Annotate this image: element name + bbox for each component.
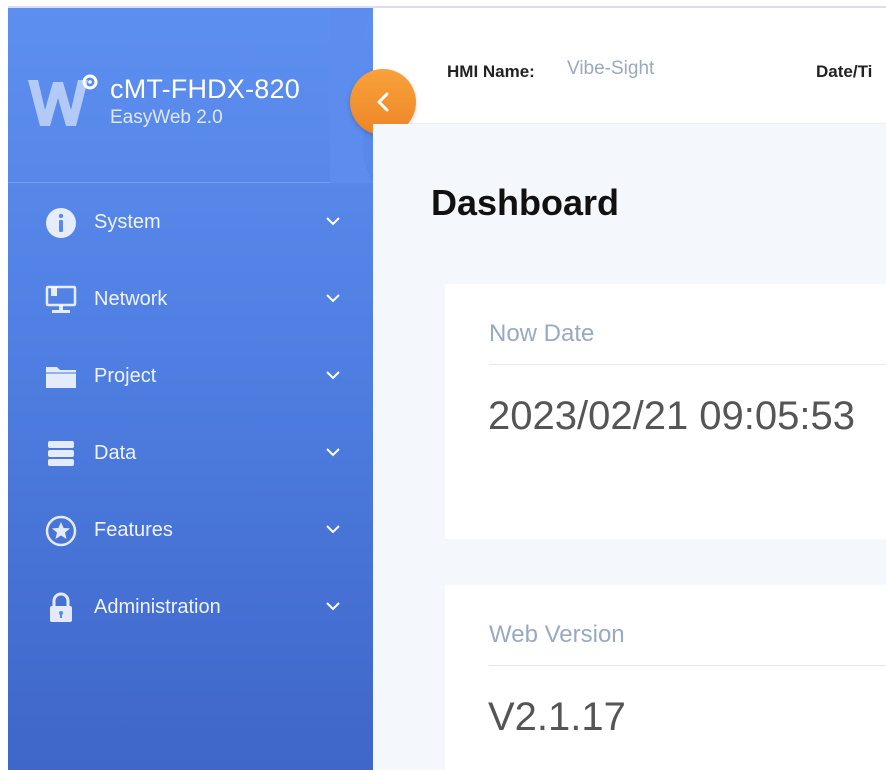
sidebar-item-features[interactable]: Features [8,492,373,569]
chevron-down-icon [326,294,340,303]
star-icon [45,515,77,547]
sidebar-item-network[interactable]: Network [8,261,373,338]
card-value: V2.1.17 [488,695,626,739]
chevron-down-icon [326,602,340,611]
sidebar-item-label: System [94,211,161,233]
sidebar: cMT-FHDX-820 EasyWeb 2.0 System Network … [8,8,373,770]
web-version-card: Web Version V2.1.17 [445,585,886,770]
database-icon [48,441,74,466]
device-name: cMT-FHDX-820 [110,74,300,104]
sidebar-item-label: Features [94,519,173,541]
card-label: Web Version [489,621,625,648]
sidebar-item-administration[interactable]: Administration [8,569,373,646]
hmi-name-label: HMI Name: [447,62,535,81]
info-icon [46,208,76,238]
hmi-name-value: Vibe-Sight [567,58,655,79]
sidebar-item-label: Network [94,288,168,310]
card-divider [489,364,886,365]
folder-icon [46,367,76,388]
top-header: HMI Name: Vibe-Sight Date/Ti [373,8,886,124]
app-version-label: EasyWeb 2.0 [110,107,223,128]
chevron-down-icon [326,448,340,457]
card-value: 2023/02/21 09:05:53 [488,394,856,438]
sidebar-menu: System Network Project Data Features Adm… [8,184,373,646]
chevron-down-icon [326,371,340,380]
weintek-logo-icon [28,74,98,126]
sidebar-item-label: Project [94,365,157,387]
date-time-label: Date/Ti [816,62,873,81]
card-label: Now Date [489,320,595,347]
sidebar-item-label: Data [94,442,137,464]
chevron-left-icon [377,92,389,112]
network-icon [45,285,77,313]
sidebar-item-system[interactable]: System [8,184,373,261]
chevron-down-icon [326,525,340,534]
sidebar-item-data[interactable]: Data [8,415,373,492]
page-title: Dashboard [431,182,620,223]
lock-icon [50,592,72,622]
chevron-down-icon [326,217,340,226]
main-content: Dashboard Now Date 2023/02/21 09:05:53 W… [373,124,886,770]
brand-area: cMT-FHDX-820 EasyWeb 2.0 [8,8,373,183]
now-date-card: Now Date 2023/02/21 09:05:53 [445,284,886,539]
app-window: cMT-FHDX-820 EasyWeb 2.0 System Network … [0,0,886,770]
sidebar-item-label: Administration [94,596,221,618]
sidebar-item-project[interactable]: Project [8,338,373,415]
card-divider [489,665,886,666]
